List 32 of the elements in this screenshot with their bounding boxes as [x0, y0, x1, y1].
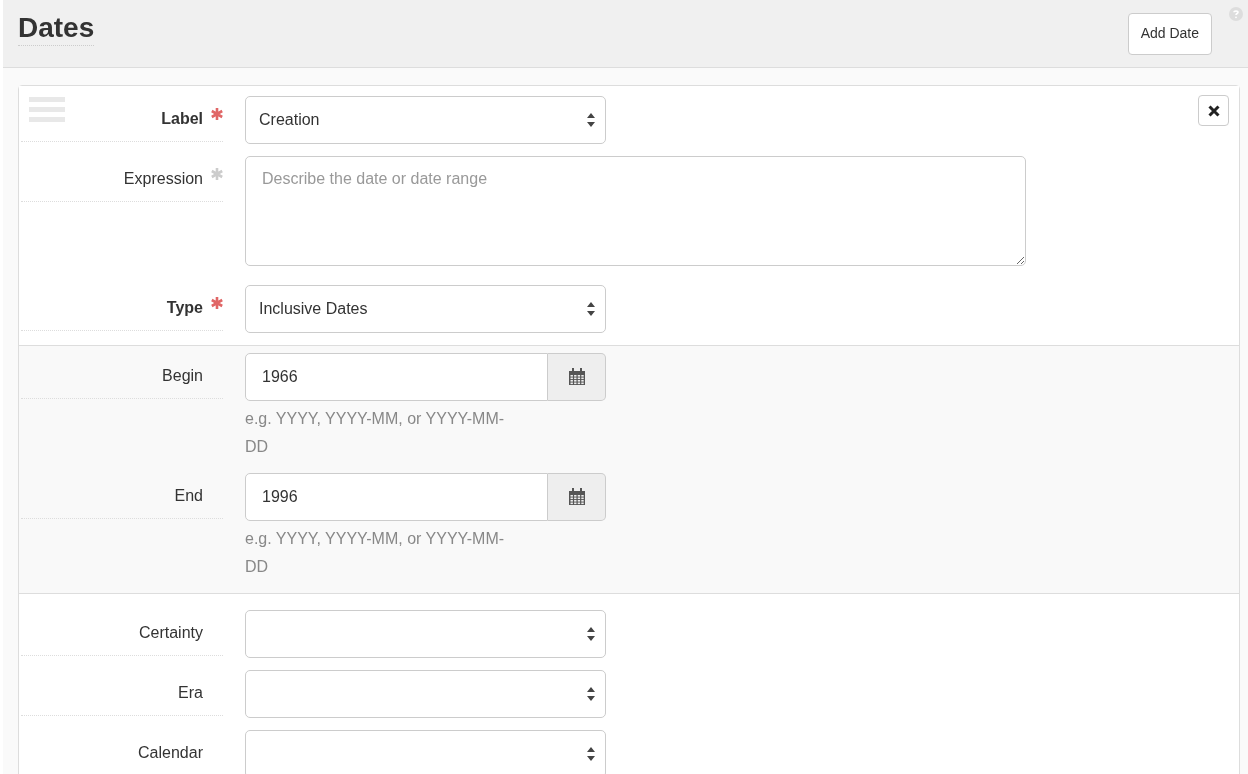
date-field[interactable]: 1966 — [245, 353, 548, 401]
expression-field[interactable]: Describe the date or date range — [245, 156, 1026, 266]
add-date-button[interactable]: Add Date — [1127, 12, 1212, 55]
help-text: e.g. YYYY, YYYY-MM, or YYYY-MM-DD — [245, 529, 506, 577]
help-icon — [1229, 7, 1243, 21]
field-label: Certainty — [138, 623, 203, 643]
select-field[interactable] — [245, 610, 606, 658]
field-label: Calendar — [138, 743, 203, 763]
field-label: Begin — [162, 366, 203, 386]
field-label: Expression — [123, 169, 203, 189]
close-button[interactable] — [1198, 95, 1229, 126]
select-field[interactable] — [245, 670, 606, 718]
help-text: e.g. YYYY, YYYY-MM, or YYYY-MM-DD — [245, 409, 506, 457]
close-icon — [1207, 104, 1220, 117]
select-arrows-icon — [587, 627, 595, 641]
calendar-button[interactable] — [548, 473, 606, 521]
select-field[interactable]: Inclusive Dates — [245, 285, 606, 333]
field-label: Label — [161, 109, 203, 129]
field-label: End — [174, 486, 203, 506]
field-label: Type — [166, 298, 203, 318]
field-label: Era — [178, 683, 203, 703]
select-arrows-icon — [587, 113, 595, 127]
select-field[interactable]: Creation — [245, 96, 606, 144]
calendar-icon — [567, 368, 586, 386]
select-arrows-icon — [587, 302, 595, 316]
select-field[interactable] — [245, 730, 606, 774]
date-field[interactable]: 1996 — [245, 473, 548, 521]
calendar-button[interactable] — [548, 353, 606, 401]
select-arrows-icon — [587, 747, 595, 761]
calendar-icon — [567, 488, 586, 506]
select-arrows-icon — [587, 687, 595, 701]
section-title: Dates — [18, 11, 95, 46]
